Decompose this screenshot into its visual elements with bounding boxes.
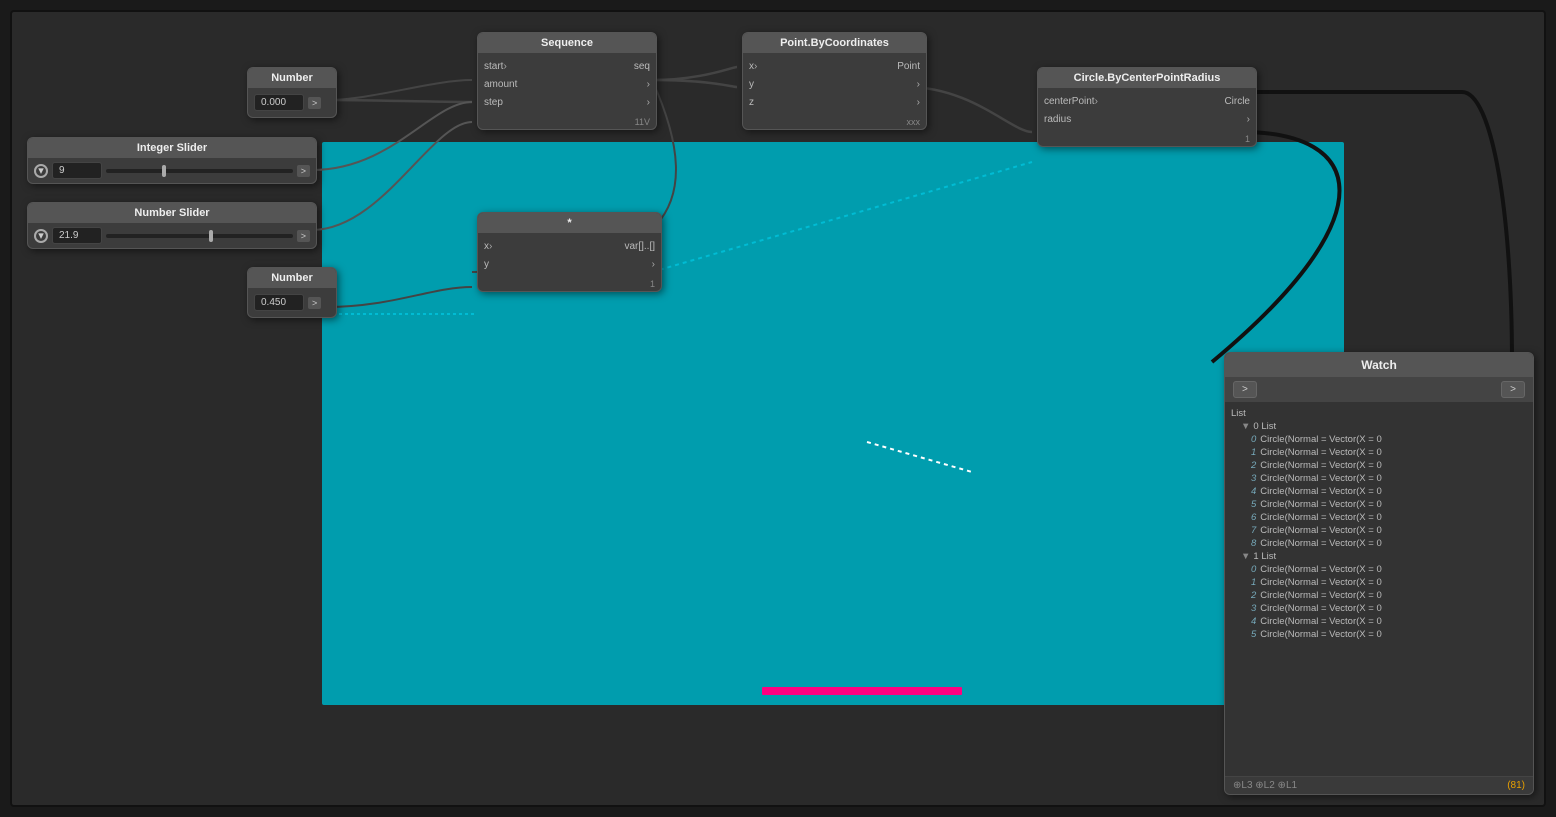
point-port-y-label: y (749, 79, 754, 90)
watch-item-1-4: 4Circle(Normal = Vector(X = 0 (1231, 615, 1527, 628)
sequence-port-start-label: start (484, 61, 503, 72)
watch-item-0-2: 2Circle(Normal = Vector(X = 0 (1231, 459, 1527, 472)
number-node-1-arrow[interactable]: > (308, 97, 321, 109)
point-z-arrow: › (917, 97, 920, 108)
watch-footer-right: (81) (1507, 780, 1525, 791)
watch-btn-left[interactable]: > (1233, 381, 1257, 398)
watch-list-label: List (1231, 407, 1527, 420)
integer-slider-circle-icon[interactable]: ▾ (34, 164, 48, 178)
dot-x-arrow: › (489, 241, 492, 252)
circle-center-arrow: › (1095, 96, 1098, 107)
circle-output-label: Circle (1224, 96, 1250, 107)
sequence-bottom-label: 11V (478, 115, 656, 129)
number-node-2-title: Number (248, 268, 336, 288)
integer-slider-arrow[interactable]: > (297, 165, 310, 177)
point-y-arrow: › (917, 79, 920, 90)
watch-toolbar: > > (1225, 377, 1533, 403)
watch-panel: Watch > > List ▼0 List 0Circle(Normal = … (1224, 352, 1534, 795)
canvas-area: Number 0.000 > Integer Slider ▾ 9 > Numb… (10, 10, 1546, 807)
sequence-amount-arrow: › (647, 79, 650, 90)
point-output-label: Point (897, 61, 920, 72)
watch-item-0-5: 5Circle(Normal = Vector(X = 0 (1231, 498, 1527, 511)
sequence-node-title: Sequence (478, 33, 656, 53)
dot-node: * x › var[]..[] y › 1 (477, 212, 662, 292)
sequence-start-arrow: › (503, 61, 506, 72)
sequence-output-label: seq (634, 61, 650, 72)
sequence-port-step-label: step (484, 97, 503, 108)
number-slider: Number Slider ▾ 21.9 > (27, 202, 317, 249)
watch-item-0-7: 7Circle(Normal = Vector(X = 0 (1231, 524, 1527, 537)
point-port-z-label: z (749, 97, 754, 108)
number-node-2-arrow[interactable]: > (308, 297, 321, 309)
number-slider-title: Number Slider (28, 203, 316, 223)
watch-item-0-list: ▼0 List (1231, 420, 1527, 433)
number-node-2-value[interactable]: 0.450 (254, 294, 304, 311)
dot-port-y-label: y (484, 259, 489, 270)
watch-content[interactable]: List ▼0 List 0Circle(Normal = Vector(X =… (1225, 403, 1533, 776)
integer-slider: Integer Slider ▾ 9 > (27, 137, 317, 184)
integer-slider-value[interactable]: 9 (52, 162, 102, 179)
number-slider-value[interactable]: 21.9 (52, 227, 102, 244)
sequence-step-arrow: › (647, 97, 650, 108)
circle-bottom-label: 1 (1038, 132, 1256, 146)
watch-item-0-1: 1Circle(Normal = Vector(X = 0 (1231, 446, 1527, 459)
circle-port-center-label: centerPoint (1044, 96, 1095, 107)
watch-item-0-0: 0Circle(Normal = Vector(X = 0 (1231, 433, 1527, 446)
circle-node-title: Circle.ByCenterPointRadius (1038, 68, 1256, 88)
watch-item-1-0: 0Circle(Normal = Vector(X = 0 (1231, 563, 1527, 576)
sequence-port-amount-label: amount (484, 79, 517, 90)
watch-item-0-4: 4Circle(Normal = Vector(X = 0 (1231, 485, 1527, 498)
number-node-1-title: Number (248, 68, 336, 88)
integer-slider-title: Integer Slider (28, 138, 316, 158)
number-slider-arrow[interactable]: > (297, 230, 310, 242)
number-node-2: Number 0.450 > (247, 267, 337, 318)
watch-item-0-8: 8Circle(Normal = Vector(X = 0 (1231, 537, 1527, 550)
watch-footer: ⊕L3 ⊕L2 ⊕L1 (81) (1225, 776, 1533, 794)
dot-output-label: var[]..[] (624, 241, 655, 252)
teal-background (322, 142, 1344, 705)
pink-bar (762, 687, 962, 695)
watch-item-0-6: 6Circle(Normal = Vector(X = 0 (1231, 511, 1527, 524)
number-slider-track[interactable] (106, 234, 293, 238)
watch-panel-title: Watch (1225, 353, 1533, 377)
circle-port-radius-label: radius (1044, 114, 1071, 125)
integer-slider-track[interactable] (106, 169, 293, 173)
watch-item-1-2: 2Circle(Normal = Vector(X = 0 (1231, 589, 1527, 602)
circle-radius-arrow: › (1247, 114, 1250, 125)
watch-item-1-3: 3Circle(Normal = Vector(X = 0 (1231, 602, 1527, 615)
circle-node: Circle.ByCenterPointRadius centerPoint ›… (1037, 67, 1257, 147)
watch-item-1-1: 1Circle(Normal = Vector(X = 0 (1231, 576, 1527, 589)
point-x-arrow: › (754, 61, 757, 72)
point-bottom-label: xxx (743, 115, 926, 129)
watch-item-1-5: 5Circle(Normal = Vector(X = 0 (1231, 628, 1527, 641)
dot-node-title: * (478, 213, 661, 233)
watch-btn-right[interactable]: > (1501, 381, 1525, 398)
dot-y-arrow: › (652, 259, 655, 270)
watch-footer-left: ⊕L3 ⊕L2 ⊕L1 (1233, 780, 1297, 791)
number-node-1-value[interactable]: 0.000 (254, 94, 304, 111)
sequence-node: Sequence start › seq amount › step › 11V (477, 32, 657, 130)
watch-item-0-3: 3Circle(Normal = Vector(X = 0 (1231, 472, 1527, 485)
number-slider-circle-icon[interactable]: ▾ (34, 229, 48, 243)
point-node-title: Point.ByCoordinates (743, 33, 926, 53)
point-by-coords-node: Point.ByCoordinates x › Point y › z › xx… (742, 32, 927, 130)
number-node-1: Number 0.000 > (247, 67, 337, 118)
watch-item-1-list: ▼1 List (1231, 550, 1527, 563)
dot-bottom-label: 1 (478, 277, 661, 291)
